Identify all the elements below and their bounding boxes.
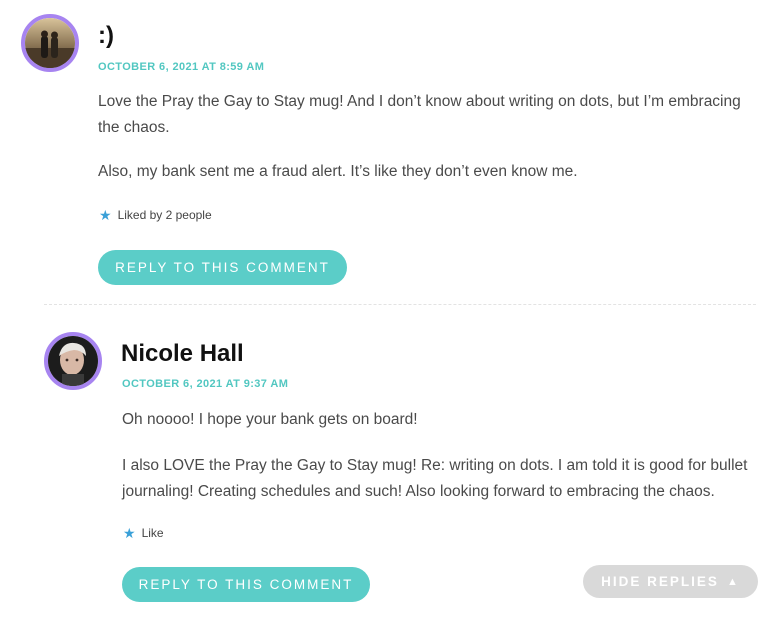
comment-paragraph: Love the Pray the Gay to Stay mug! And I…	[98, 93, 741, 136]
comment-paragraph: Also, my bank sent me a fraud alert. It’…	[98, 163, 578, 180]
reply-button[interactable]: REPLY TO THIS COMMENT	[98, 250, 347, 285]
avatar-photo	[25, 18, 75, 68]
like-text: Like	[141, 526, 164, 540]
hide-replies-button[interactable]: HIDE REPLIES ▲	[583, 565, 758, 598]
reply-button[interactable]: REPLY TO THIS COMMENT	[122, 567, 370, 602]
avatar[interactable]	[21, 14, 79, 72]
comment-date[interactable]: OCTOBER 6, 2021 AT 8:59 AM	[98, 61, 264, 73]
comment-date[interactable]: OCTOBER 6, 2021 AT 9:37 AM	[122, 378, 288, 390]
like-button[interactable]: ★ Like	[123, 526, 164, 540]
star-icon: ★	[123, 525, 136, 541]
star-icon: ★	[99, 207, 112, 223]
comment-author[interactable]: Nicole Hall	[121, 340, 244, 368]
comment-author[interactable]: :)	[98, 22, 114, 50]
hide-replies-label: HIDE REPLIES	[601, 574, 719, 589]
avatar-photo	[48, 336, 98, 386]
avatar[interactable]	[44, 332, 102, 390]
comment-paragraph: I also LOVE the Pray the Gay to Stay mug…	[122, 457, 748, 500]
comment-divider	[44, 304, 756, 305]
like-status[interactable]: ★ Liked by 2 people	[99, 208, 212, 222]
like-text: Liked by 2 people	[117, 208, 212, 222]
comment-paragraph: Oh noooo! I hope your bank gets on board…	[122, 411, 418, 428]
triangle-up-icon: ▲	[726, 575, 740, 588]
